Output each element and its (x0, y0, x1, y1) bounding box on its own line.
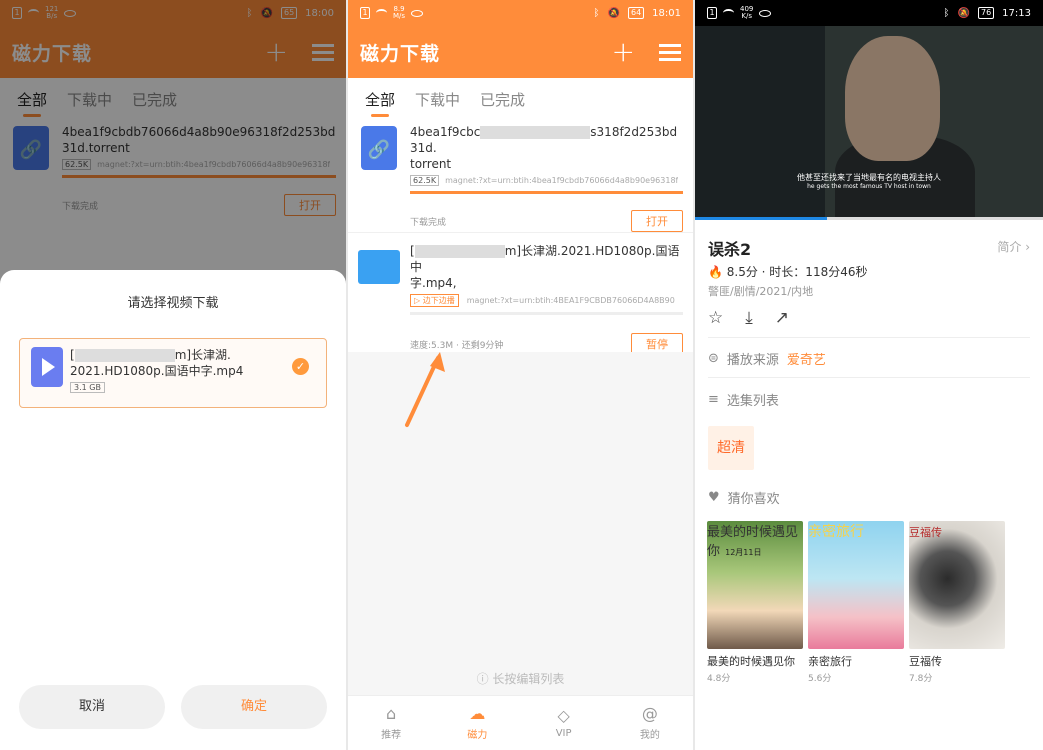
wifi-icon (376, 9, 387, 17)
check-icon[interactable]: ✓ (292, 358, 309, 375)
panel-download-list: 1 8.9 M/s ᛒ 🔕 64 18:01 磁力下载 + 全部 下载中 已完成 … (348, 0, 693, 750)
add-icon[interactable]: + (612, 38, 635, 66)
network-speed: 8.9 M/s (393, 5, 406, 20)
download-item-video[interactable]: [·m]长津湖.2021.HD1080p.国语中 字.mp4, ▷ 边下边播 m… (348, 243, 693, 355)
link-file-icon: 🔗 (361, 126, 397, 170)
mute-icon: 🔕 (607, 7, 620, 19)
confirm-button[interactable]: 确定 (181, 685, 327, 729)
quality-option[interactable]: 超清 (708, 426, 754, 470)
app-bar: 磁力下载 + (348, 26, 693, 78)
source-value[interactable]: 爱奇艺 (787, 349, 826, 368)
star-icon[interactable]: ☆ (708, 308, 723, 328)
filter-tabs: 全部 下载中 已完成 (348, 78, 693, 120)
nav-vip[interactable]: ◇ VIP (521, 696, 607, 750)
download-status: 下载完成 (410, 217, 447, 228)
mute-icon: 🔕 (957, 7, 970, 19)
long-press-hint: ⓘ 长按编辑列表 (476, 672, 565, 686)
diamond-icon: ◇ (557, 705, 570, 725)
wifi-icon (723, 9, 734, 17)
poster-image: 豆福传 (909, 521, 1005, 649)
fire-icon: 🔥 (708, 265, 723, 279)
magnet-link: magnet:?xt=urn:btih:4BEA1F9CBDB76066D4A8… (466, 296, 675, 305)
open-button[interactable]: 打开 (631, 210, 683, 232)
intro-link[interactable]: 简介 › (997, 238, 1030, 255)
cancel-button[interactable]: 取消 (19, 685, 165, 729)
at-icon: @ (641, 703, 658, 723)
download-progress (410, 191, 683, 194)
file-size: 62.5K (410, 175, 440, 186)
stream-while-download-button[interactable]: ▷ 边下边播 (410, 294, 459, 307)
status-bar: 1 409 K/s ᛒ 🔕 76 17:13 (695, 0, 1043, 26)
source-icon: ⊜ (708, 351, 719, 366)
sim-icon: 1 (360, 7, 370, 19)
download-speed: 速度:5.3M · 还剩9分钟 (410, 340, 504, 351)
share-icon[interactable]: ↗ (775, 308, 789, 328)
sheet-title: 请选择视频下载 (127, 296, 219, 311)
poster-card[interactable]: 最美的时候遇见你 12月11日 最美的时候遇见你 4.8分 (707, 521, 803, 684)
nav-recommend[interactable]: ⌂ 推荐 (348, 696, 434, 750)
panel-movie-detail: 1 409 K/s ᛒ 🔕 76 17:13 他甚至还找来了当地最有名的电视主持人… (695, 0, 1043, 750)
video-progress-bar[interactable] (695, 217, 1043, 220)
poster-image: 最美的时候遇见你 12月11日 (707, 521, 803, 649)
nav-magnet[interactable]: ☁ 磁力 (434, 696, 520, 750)
movie-info: 误杀2 简介 › (708, 236, 1030, 260)
movie-genre: 警匪/剧情/2021/内地 (708, 285, 814, 298)
cloud-download-icon: ☁ (469, 703, 486, 723)
tab-all[interactable]: 全部 (365, 89, 395, 117)
folder-icon (358, 250, 400, 284)
nav-mine[interactable]: @ 我的 (607, 696, 693, 750)
video-select-sheet: 请选择视频下载 [·m]长津湖. 2021.HD1080p.国语中字.mp4 3… (0, 270, 346, 750)
recommend-header: ♥ 猜你喜欢 (708, 490, 780, 507)
subtitle-cn: 他甚至还找来了当地最有名的电视主持人 (797, 173, 941, 182)
file-name: 4bea1f9cbc·s318f2d253bd31d. torrent (410, 125, 678, 171)
episode-list-header: ≡ 选集列表 (708, 392, 779, 409)
video-option[interactable]: [·m]长津湖. 2021.HD1080p.国语中字.mp4 3.1 GB ✓ (19, 338, 327, 408)
battery-indicator: 64 (627, 7, 645, 19)
play-source-row[interactable]: ⊜ 播放来源 爱奇艺 (708, 349, 1030, 368)
tab-completed[interactable]: 已完成 (480, 89, 525, 110)
subtitle-en: he gets the most famous TV host in town (807, 183, 931, 190)
file-name: [·m]长津湖.2021.HD1080p.国语中 字.mp4, (410, 244, 680, 290)
poster-image: 亲密旅行 (808, 521, 904, 649)
status-bar: 1 8.9 M/s ᛒ 🔕 64 18:01 (348, 0, 693, 26)
eye-icon (411, 9, 424, 17)
list-menu-icon[interactable] (659, 43, 681, 61)
network-speed: 409 K/s (740, 5, 754, 20)
panel-download-dialog: 磁力下载 + 1 121 B/s ᛒ 🔕 65 18:00 全部 下载中 已完成 … (0, 0, 346, 750)
home-icon: ⌂ (386, 703, 397, 723)
info-icon: ⓘ (476, 672, 489, 686)
annotation-arrow-icon (405, 352, 445, 427)
poster-card[interactable]: 亲密旅行 亲密旅行 5.6分 (808, 521, 904, 684)
video-player[interactable]: 他甚至还找来了当地最有名的电视主持人 he gets the most famo… (695, 26, 1043, 219)
bluetooth-icon: ᛒ (943, 7, 950, 19)
app-title: 磁力下载 (360, 42, 441, 65)
sim-icon: 1 (707, 7, 717, 19)
tab-downloading[interactable]: 下载中 (415, 89, 460, 110)
recommend-list: 最美的时候遇见你 12月11日 最美的时候遇见你 4.8分 亲密旅行 亲密旅行 … (707, 521, 1005, 684)
bluetooth-icon: ᛒ (593, 7, 600, 19)
bottom-nav: ⌂ 推荐 ☁ 磁力 ◇ VIP @ 我的 (348, 695, 693, 750)
list-icon: ≡ (708, 392, 719, 407)
magnet-link: magnet:?xt=urn:btih:4bea1f9cbdb76066d4a8… (445, 176, 679, 185)
clock: 18:01 (652, 7, 681, 19)
video-file-name: [·m]长津湖. 2021.HD1080p.国语中字.mp4 (70, 348, 244, 378)
download-icon[interactable]: ⤓ (745, 308, 753, 328)
poster-card[interactable]: 豆福传 豆福传 7.8分 (909, 521, 1005, 684)
action-row: ☆ ⤓ ↗ (708, 308, 1030, 328)
clock: 17:13 (1002, 7, 1031, 19)
download-item-torrent[interactable]: 🔗 4bea1f9cbc·s318f2d253bd31d. torrent 62… (348, 124, 693, 232)
eye-icon (759, 9, 772, 17)
heart-icon: ♥ (708, 490, 720, 505)
video-file-icon (31, 347, 63, 387)
movie-title: 误杀2 (708, 240, 752, 259)
battery-indicator: 76 (977, 7, 995, 19)
movie-rating: 🔥 8.5分 · 时长：118分46秒 (708, 265, 868, 279)
download-progress (410, 312, 683, 315)
video-file-size: 3.1 GB (70, 382, 105, 393)
